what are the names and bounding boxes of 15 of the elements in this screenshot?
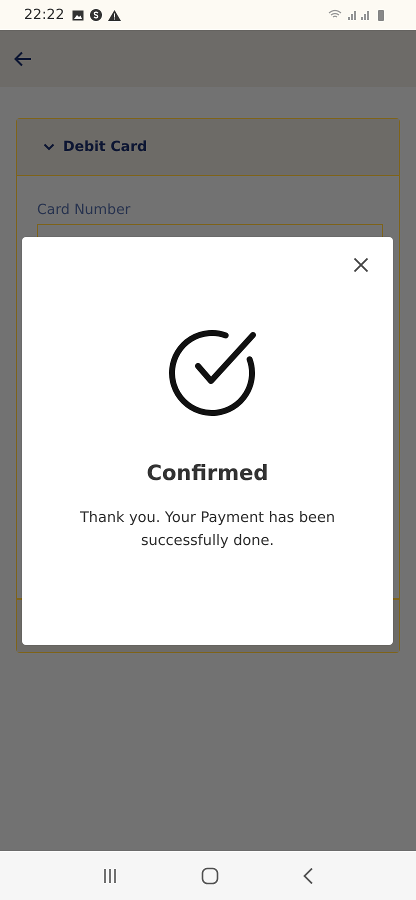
image-icon [72,10,84,20]
recent-apps-icon[interactable] [102,868,118,884]
field-label: Card Number [37,202,132,218]
chevron-icon [43,143,55,151]
s-circle-icon [90,9,102,21]
dialog-message: Thank you. Your Payment has been successfully done. [78,509,336,551]
close-icon[interactable] [353,257,369,273]
warning-icon [108,10,122,20]
card-header[interactable]: Debit Card [17,119,399,176]
back-icon[interactable] [302,866,314,884]
status-time: 22:22 [24,7,64,23]
dialog-title: Confirmed [146,461,268,485]
card-title: Debit Card [63,139,148,155]
home-icon[interactable] [200,866,219,884]
back-arrow-icon[interactable] [14,50,32,66]
